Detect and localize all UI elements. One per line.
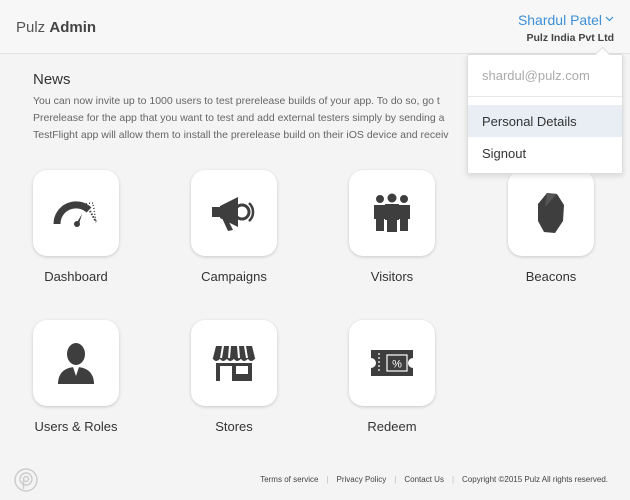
brand-bold: Admin (49, 19, 97, 36)
brand-light: Pulz (16, 19, 46, 36)
tile-label: Dashboard (44, 269, 108, 284)
user-icon (58, 343, 94, 384)
page-footer: Terms of service | Privacy Policy | Cont… (0, 460, 630, 500)
tile-stores[interactable]: Stores (169, 320, 299, 434)
tile-visitors[interactable]: Visitors (327, 170, 457, 284)
privacy-link[interactable]: Privacy Policy (337, 475, 387, 484)
user-email: shardul@pulz.com (468, 55, 622, 97)
tile-icon-box (349, 170, 435, 256)
chevron-down-icon (605, 16, 614, 22)
tile-redeem[interactable]: % Redeem (327, 320, 457, 434)
menu-divider (468, 97, 622, 105)
top-header: Pulz Admin Shardul Patel Pulz India Pvt … (0, 0, 630, 54)
tile-beacons[interactable]: Beacons (486, 170, 616, 284)
terms-link[interactable]: Terms of service (260, 475, 318, 484)
megaphone-icon (212, 197, 255, 231)
contact-link[interactable]: Contact Us (404, 475, 444, 484)
tile-icon-box (191, 170, 277, 256)
user-menu-toggle[interactable]: Shardul Patel (518, 12, 614, 28)
footer-separator: | (326, 475, 329, 484)
beacon-icon (538, 193, 564, 233)
tile-label: Redeem (367, 419, 417, 434)
tile-icon-box (33, 320, 119, 406)
user-account: Shardul Patel Pulz India Pvt Ltd (518, 12, 614, 44)
footer-separator: | (394, 475, 397, 484)
speedometer-icon (53, 201, 97, 227)
signout-menu-item[interactable]: Signout (468, 137, 622, 169)
tile-label: Beacons (525, 269, 577, 284)
tile-label: Users & Roles (34, 419, 118, 434)
user-name: Shardul Patel (517, 12, 602, 28)
app-logo[interactable]: Pulz Admin (16, 19, 96, 36)
personal-details-menu-item[interactable]: Personal Details (468, 105, 622, 137)
tile-users-roles[interactable]: Users & Roles (11, 320, 141, 434)
tile-icon-box (508, 170, 594, 256)
company-name: Pulz India Pvt Ltd (526, 32, 614, 44)
user-dropdown-menu: shardul@pulz.com Personal Details Signou… (467, 54, 623, 174)
tile-label: Campaigns (201, 269, 267, 284)
svg-text:%: % (392, 359, 402, 371)
tile-icon-box (33, 170, 119, 256)
copyright-text: Copyright ©2015 Pulz All rights reserved… (462, 475, 608, 484)
ticket-icon: % (371, 350, 413, 376)
tile-icon-box (191, 320, 277, 406)
tile-label: Visitors (370, 269, 414, 284)
tile-campaigns[interactable]: Campaigns (169, 170, 299, 284)
footer-separator: | (451, 475, 455, 484)
footer-links: Terms of service | Privacy Policy | Cont… (260, 475, 608, 484)
store-icon (212, 345, 256, 381)
pulz-logo-icon (14, 468, 38, 492)
people-icon (374, 193, 410, 232)
tile-icon-box: % (349, 320, 435, 406)
tile-label: Stores (215, 419, 253, 434)
tile-dashboard[interactable]: Dashboard (11, 170, 141, 284)
